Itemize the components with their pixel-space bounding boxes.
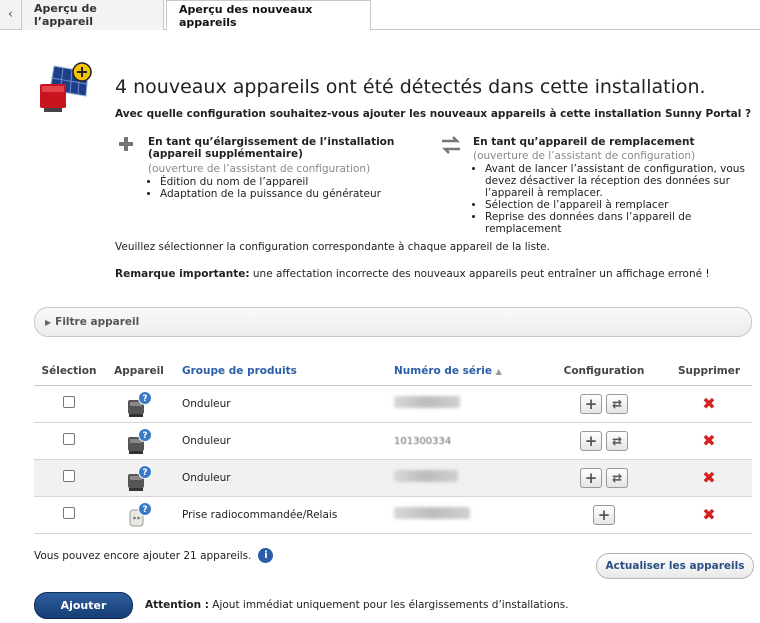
list-item: Édition du nom de l’appareil (160, 176, 381, 188)
option-replacement-bullets: Avant de lancer l’assistant de configura… (473, 163, 758, 235)
serial-number-masked (394, 470, 458, 482)
delete-icon[interactable]: ✖ (702, 394, 715, 413)
remark-body: une affectation incorrecte des nouveaux … (249, 268, 710, 280)
device-filter-toggle[interactable]: ▶ Filtre appareil (34, 307, 752, 337)
add-as-extension-button[interactable]: + (580, 430, 602, 451)
row-select-checkbox[interactable] (63, 396, 75, 408)
config-question: Avec quelle configuration souhaitez-vous… (115, 108, 752, 120)
inverter-icon: ? (125, 390, 153, 418)
serial-header-label: Numéro de série (394, 364, 492, 377)
col-delete: Supprimer (666, 357, 752, 386)
serial-number-masked (394, 396, 460, 408)
tab-back-button[interactable]: ‹ (0, 0, 22, 30)
add-as-extension-button[interactable]: + (580, 393, 602, 414)
col-configuration: Configuration (542, 357, 666, 386)
delete-icon[interactable]: ✖ (702, 468, 715, 487)
config-cell: + (542, 496, 666, 534)
list-item: Reprise des données dans l’appareil de r… (485, 211, 758, 235)
attention-label: Attention : (145, 599, 209, 611)
config-cell: + ⇄ (542, 385, 666, 423)
new-device-icon (38, 62, 96, 116)
page-title: 4 nouveaux appareils ont été détectés da… (115, 76, 706, 98)
serial-cell (394, 496, 542, 534)
table-row: ? Onduleur 101300334 + ⇄ ✖ (34, 422, 752, 460)
list-item: Sélection de l’appareil à remplacer (485, 199, 758, 211)
row-select-checkbox[interactable] (63, 433, 75, 445)
list-item: Adaptation de la puissance du générateur (160, 188, 381, 200)
delete-icon[interactable]: ✖ (702, 431, 715, 450)
option-extension-subtitle: (ouverture de l’assistant de configurati… (148, 163, 371, 175)
add-as-replacement-button[interactable]: ⇄ (606, 467, 628, 488)
add-button[interactable]: Ajouter (34, 592, 133, 619)
info-icon[interactable]: i (258, 548, 274, 563)
filter-label: Filtre appareil (55, 316, 140, 328)
attention-body: Ajout immédiat uniquement pour les élarg… (208, 599, 569, 611)
product-group-cell: Onduleur (174, 385, 394, 423)
remaining-devices-text: Vous pouvez encore ajouter 21 appareils.… (34, 548, 274, 563)
sort-asc-icon: ▲ (495, 366, 502, 376)
svg-text:?: ? (142, 505, 147, 515)
socket-icon: ? (125, 501, 153, 529)
col-selection: Sélection (34, 357, 104, 386)
table-row: ? Onduleur + ⇄ ✖ (34, 459, 752, 497)
product-group-cell: Onduleur (174, 459, 394, 497)
remark-label: Remarque importante: (115, 268, 250, 280)
product-group-cell: Onduleur (174, 422, 394, 460)
col-serial-number[interactable]: Numéro de série ▲ (394, 357, 542, 386)
config-cell: + ⇄ (542, 422, 666, 460)
caret-right-icon: ▶ (45, 317, 52, 327)
tab-device-overview[interactable]: Aperçu de l’appareil (22, 0, 164, 30)
serial-number-partial: 101300334 (394, 435, 452, 447)
serial-cell: 101300334 (394, 422, 542, 460)
serial-cell (394, 459, 542, 497)
remark-text: Remarque importante: une affectation inc… (115, 268, 710, 280)
svg-text:?: ? (142, 468, 147, 478)
list-item: Avant de lancer l’assistant de configura… (485, 163, 758, 199)
add-as-replacement-button[interactable]: ⇄ (606, 430, 628, 451)
option-extension-bullets: Édition du nom de l’appareil Adaptation … (148, 176, 381, 200)
attention-note: Attention : Ajout immédiat uniquement po… (145, 599, 569, 611)
chevron-left-icon: ‹ (7, 7, 14, 22)
inverter-icon: ? (125, 464, 153, 492)
config-cell: + ⇄ (542, 459, 666, 497)
table-header-row: Sélection Appareil Groupe de produits Nu… (34, 357, 752, 386)
option-replacement-subtitle: (ouverture de l’assistant de configurati… (473, 150, 696, 162)
row-select-checkbox[interactable] (63, 470, 75, 482)
option-replacement-title: En tant qu’appareil de remplacement (473, 136, 695, 148)
col-product-group[interactable]: Groupe de produits (174, 357, 394, 386)
tab-new-devices-overview[interactable]: Aperçu des nouveaux appareils (166, 0, 371, 31)
delete-icon[interactable]: ✖ (702, 505, 715, 524)
row-select-checkbox[interactable] (63, 507, 75, 519)
svg-text:?: ? (142, 394, 147, 404)
instruction-text: Veuillez sélectionner la configuration c… (115, 241, 550, 253)
table-row: ? Prise radiocommandée/Relais + ✖ (34, 496, 752, 534)
refresh-devices-button[interactable]: Actualiser les appareils (596, 553, 754, 579)
serial-cell (394, 385, 542, 423)
product-group-cell: Prise radiocommandée/Relais (174, 496, 394, 534)
swap-icon (440, 136, 461, 156)
table-row: ? Onduleur + ⇄ ✖ (34, 385, 752, 423)
col-device: Appareil (104, 357, 174, 386)
add-as-replacement-button[interactable]: ⇄ (606, 393, 628, 414)
remaining-label: Vous pouvez encore ajouter 21 appareils. (34, 549, 252, 562)
plus-icon (118, 136, 138, 156)
option-extension-title: En tant qu’élargissement de l’installati… (148, 136, 395, 160)
new-devices-table: Sélection Appareil Groupe de produits Nu… (34, 357, 752, 534)
inverter-icon: ? (125, 427, 153, 455)
svg-text:?: ? (142, 431, 147, 441)
tab-bar: ‹ Aperçu de l’appareil Aperçu des nouvea… (0, 0, 760, 31)
add-as-extension-button[interactable]: + (593, 504, 615, 525)
add-as-extension-button[interactable]: + (580, 467, 602, 488)
serial-number-masked (394, 507, 470, 519)
